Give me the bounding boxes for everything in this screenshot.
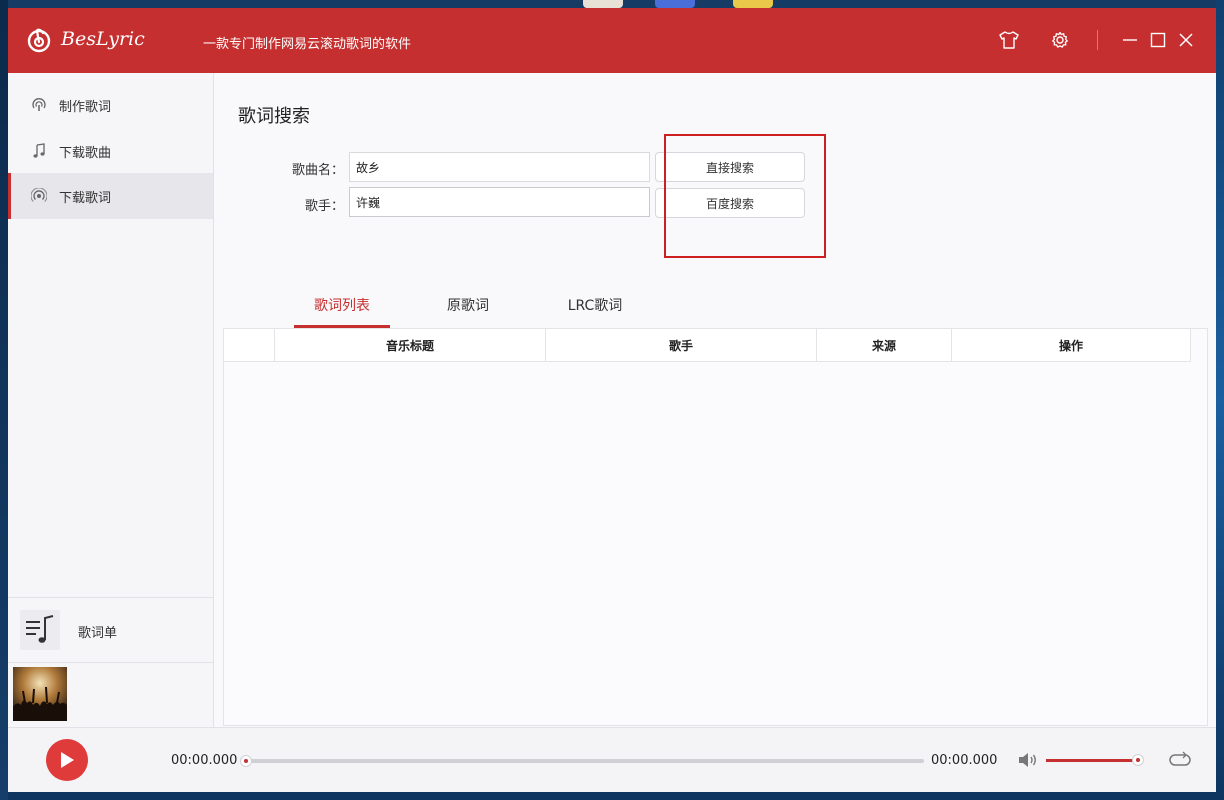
column-header-action[interactable]: 操作 [951,329,1191,362]
sidebar-item-label: 下载歌曲 [59,145,112,161]
podcast-icon [31,97,47,113]
current-time: 00:00.000 [171,753,238,768]
sidebar-item-download-lyrics[interactable]: 下载歌词 [8,173,213,219]
table-header: 音乐标题 歌手 来源 操作 [224,329,1191,362]
tshirt-icon [999,31,1019,49]
lyric-list-entry[interactable]: 歌词单 [8,597,213,663]
album-cover[interactable] [13,667,67,721]
play-icon [61,752,74,768]
sidebar-item-label: 下载歌词 [59,190,112,206]
desktop-edge [0,0,8,800]
app-subtitle: 一款专门制作网易云滚动歌词的软件 [203,37,412,52]
song-name-input[interactable] [349,152,650,182]
gear-icon [1052,31,1068,48]
tab-original-lyrics[interactable]: 原歌词 [428,281,508,329]
sidebar-item-download-songs[interactable]: 下载歌曲 [8,128,213,174]
app-name: BesLyric [61,28,145,50]
loop-icon[interactable] [1168,751,1192,769]
sidebar-item-label: 制作歌词 [59,99,112,115]
netease-logo-icon [27,28,51,53]
artist-input[interactable] [349,187,650,217]
radio-icon [31,188,47,204]
player-bar: 00:00.000 00:00.000 [8,727,1216,792]
lyric-list-label: 歌词单 [78,626,118,641]
song-name-label: 歌曲名： [291,163,344,178]
desktop-app-icon [583,0,623,8]
minimize-icon [1123,39,1137,41]
minimize-button[interactable] [1118,28,1142,52]
column-header-title[interactable]: 音乐标题 [274,329,545,362]
lyrics-table: 音乐标题 歌手 来源 操作 [223,328,1208,726]
column-header-artist[interactable]: 歌手 [545,329,816,362]
sidebar-item-make-lyrics[interactable]: 制作歌词 [8,82,213,128]
desktop-app-icon [655,0,695,8]
play-button[interactable] [46,739,88,781]
volume-thumb[interactable] [1132,754,1145,766]
close-button[interactable] [1174,28,1198,52]
progress-slider[interactable] [240,755,924,767]
column-header-source[interactable]: 来源 [816,329,951,362]
title-bar[interactable]: BesLyric 一款专门制作网易云滚动歌词的软件 [8,8,1216,73]
progress-thumb[interactable] [240,755,252,767]
artist-label: 歌手： [304,199,344,214]
desktop-edge [1216,0,1224,800]
volume-icon[interactable] [1017,750,1039,770]
page-title: 歌词搜索 [238,106,310,127]
maximize-button[interactable] [1146,28,1170,52]
music-note-icon [31,143,47,159]
tab-lyric-list[interactable]: 歌词列表 [294,281,390,329]
tab-lrc-lyrics[interactable]: LRC歌词 [550,281,640,329]
column-header-index[interactable] [224,329,274,362]
skin-button[interactable] [997,28,1021,52]
total-time: 00:00.000 [931,753,998,768]
annotation-highlight-box [664,134,826,258]
desktop-app-icon [733,0,773,8]
titlebar-divider [1097,30,1098,50]
volume-fill [1046,759,1139,762]
settings-button[interactable] [1048,28,1072,52]
app-window: BesLyric 一款专门制作网易云滚动歌词的软件 制作歌词 下载歌曲 下载歌词… [8,8,1216,792]
maximize-icon [1150,32,1166,48]
sidebar: 制作歌词 下载歌曲 下载歌词 歌词单 [8,73,214,727]
main-panel: 歌词搜索 歌曲名： 直接搜索 歌手： 百度搜索 歌词列表 原歌词 LRC歌词 音… [214,73,1216,727]
volume-slider[interactable] [1046,754,1145,766]
playlist-icon [20,610,60,650]
desktop-background [0,0,1224,8]
close-icon [1179,33,1193,47]
